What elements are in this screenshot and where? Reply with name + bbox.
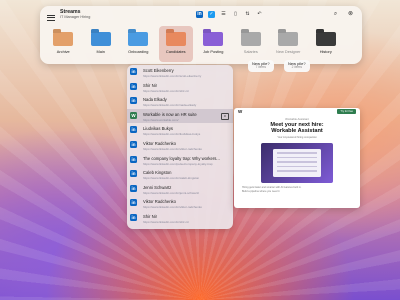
list-item-url: https://www.linkedin.com/in/viktor-radch…: [143, 146, 203, 151]
linkedin-icon: in: [130, 199, 137, 207]
toolbar: in ✓ ☰ ▯ ⇅ ↶: [196, 11, 263, 18]
linkedin-icon: in: [130, 68, 137, 75]
preview-description: Your AI-powered hiring companion: [277, 136, 317, 140]
folder-salaries[interactable]: Salaries: [234, 26, 269, 62]
preview-nav: W Try for free: [234, 108, 360, 115]
list-item-url: https://www.linkedin.com/in/shir-nir: [143, 88, 190, 93]
list-item-url: https://www.workable.com/: [143, 117, 179, 122]
folder-label: Main: [96, 49, 105, 54]
list-item-title: Jenni Schwartz: [143, 184, 172, 190]
list-item-url: https://www.linkedin.com/in/liudvikas-bu…: [143, 132, 201, 137]
menu-icon[interactable]: [47, 13, 55, 22]
list-item-url: https://www.linkedin.com/in/caleb-kingst…: [143, 176, 200, 181]
preview-footer: Hiring gets faster and smarter with AI f…: [234, 183, 360, 193]
folder-label: Onboarding: [128, 49, 149, 54]
list-item[interactable]: in Viktor Radchenko https://www.linkedin.c…: [127, 196, 233, 211]
stack-icon[interactable]: ≡: [221, 112, 229, 120]
list-item-title: Viktor Radchenko: [143, 199, 176, 205]
folder-new-designer[interactable]: New Designer: [271, 26, 306, 62]
list-item-title: Workable is now an HR suite: [143, 111, 197, 117]
candidates-list: in Scott Eikenberry https://www.linkedin.c…: [127, 65, 233, 229]
window-subtitle: IT Manager Hiring: [60, 15, 91, 20]
folder-label: Salaries: [243, 49, 258, 54]
list-item[interactable]: in Shir Nir https://www.linkedin.com/in/sh…: [127, 80, 233, 95]
new-pile-bubble[interactable]: New pile? 7 items: [248, 60, 274, 72]
preview-card: [273, 149, 321, 178]
linkedin-icon: in: [130, 97, 137, 105]
linkedin-icon: in: [130, 82, 137, 90]
folder-icon: [165, 32, 186, 46]
linkedin-icon: in: [130, 213, 137, 221]
list-item-url: https://www.linkedin.com/pulse/company-l…: [143, 161, 213, 166]
folder-onboarding[interactable]: Onboarding: [121, 26, 156, 62]
folder-icon: [240, 32, 261, 46]
list-item[interactable]: W Workable is now an HR suite https://www.…: [127, 108, 233, 124]
preview-headline: Meet your next hire: Workable Assistant: [234, 122, 360, 134]
folder-archive[interactable]: Archive: [46, 26, 81, 62]
workable-icon: W: [130, 111, 137, 119]
list-icon[interactable]: ☰: [220, 11, 227, 18]
search-icon[interactable]: ⌕: [332, 11, 339, 18]
preview-hero-image: [261, 143, 333, 184]
linkedin-icon[interactable]: in: [196, 11, 203, 18]
folder-strip: Archive Main Onboarding Candidates Job P…: [46, 26, 343, 62]
list-item-title: Shir Nir: [143, 82, 157, 88]
new-pile-bubble[interactable]: New pile? 2 items: [284, 60, 310, 72]
linkedin-icon: in: [130, 184, 137, 192]
list-item[interactable]: in Viktor Radchenko https://www.linkedin.c…: [127, 138, 233, 153]
list-item-url: https://www.linkedin.com/in/viktor-radch…: [143, 205, 203, 210]
try-free-button[interactable]: Try for free: [337, 109, 356, 114]
folder-icon: [315, 32, 336, 46]
linkedin-icon: in: [130, 140, 137, 148]
workable-logo: W: [238, 109, 243, 114]
preview-eyebrow: Workable Assistant: [285, 117, 309, 121]
web-preview[interactable]: W Try for free Workable Assistant Meet y…: [234, 108, 360, 208]
list-item-url: https://www.linkedin.com/in/shir-nir: [143, 219, 190, 224]
list-item-title: The company loyalty trap: Why workers...: [143, 155, 220, 161]
folder-label: New Designer: [276, 49, 301, 54]
list-item-title: Viktor Radchenko: [143, 140, 176, 146]
new-pile-count: 7 items: [255, 65, 266, 70]
list-item[interactable]: in Nada Elkady https://www.linkedin.com/in…: [127, 94, 233, 109]
list-item-title: Nada Elkady: [143, 97, 167, 103]
linkedin-icon: in: [130, 155, 137, 163]
folder-history[interactable]: History: [309, 26, 344, 62]
folder-icon: [90, 32, 111, 46]
folder-icon: [53, 32, 74, 46]
list-item-url: https://www.linkedin.com/in/jenni-schwar…: [143, 190, 200, 195]
list-item[interactable]: in Shir Nir https://www.linkedin.com/in/sh…: [127, 211, 233, 226]
sort-icon[interactable]: ⇅: [244, 11, 251, 18]
folder-label: History: [319, 49, 332, 54]
list-item-title: Liudvikas Bukys: [143, 126, 174, 132]
linkedin-icon: in: [130, 170, 137, 178]
folder-job-posting[interactable]: Job Posting: [196, 26, 231, 62]
list-item-title: Caleb Kingston: [143, 170, 172, 176]
list-item[interactable]: in Jenni Schwartz https://www.linkedin.com…: [127, 182, 233, 197]
list-item-url: https://www.linkedin.com/in/nada-elkady: [143, 103, 197, 108]
folder-main[interactable]: Main: [84, 26, 119, 62]
list-item[interactable]: in Liudvikas Bukys https://www.linkedin.co…: [127, 123, 233, 138]
list-item[interactable]: in Scott Eikenberry https://www.linkedin.c…: [127, 65, 233, 80]
headline-line-2: Workable Assistant: [271, 128, 323, 135]
folder-label: Candidates: [165, 49, 186, 54]
list-item-title: Shir Nir: [143, 213, 157, 219]
folder-candidates[interactable]: Candidates: [158, 26, 193, 62]
folder-label: Job Posting: [203, 49, 224, 54]
list-item-url: https://www.linkedin.com/in/scott-eikenb…: [143, 74, 202, 78]
footer-line-2: Build a pipeline where you need it: [242, 189, 280, 193]
settings-icon[interactable]: ⊗: [347, 11, 354, 18]
folder-icon: [278, 32, 299, 46]
undo-icon[interactable]: ↶: [256, 11, 263, 18]
folder-label: Archive: [56, 49, 70, 54]
linkedin-icon: in: [130, 126, 137, 134]
streams-window: Streams IT Manager Hiring in ✓ ☰ ▯ ⇅ ↶ ⌕…: [40, 6, 362, 64]
list-item-title: Scott Eikenberry: [143, 68, 174, 73]
twitter-icon[interactable]: ✓: [208, 11, 215, 18]
folder-icon: [128, 32, 149, 46]
document-icon[interactable]: ▯: [232, 11, 239, 18]
list-item[interactable]: in The company loyalty trap: Why workers.…: [127, 153, 233, 168]
folder-icon: [203, 32, 224, 46]
list-item[interactable]: in Caleb Kingston https://www.linkedin.com…: [127, 167, 233, 182]
new-pile-count: 2 items: [291, 65, 302, 70]
